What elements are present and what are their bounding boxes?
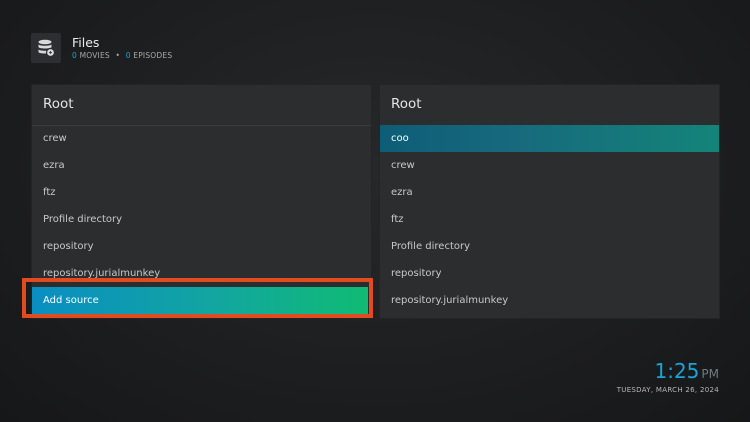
clock: 1:25 PM TUESDAY, MARCH 26, 2024 [617,360,719,394]
list-item[interactable]: repository [32,233,371,260]
clock-ampm: PM [701,367,719,381]
list-item[interactable]: repository [380,260,719,287]
header-text: Files 0 MOVIES • 0 EPISODES [72,35,172,61]
list-item[interactable]: crew [380,152,719,179]
list-item[interactable]: repository.jurialmunkey [32,260,371,287]
right-file-panel: Root coo crew ezra ftz Profile directory… [380,85,719,318]
left-file-panel: Root crew ezra ftz Profile directory rep… [32,85,371,318]
database-icon [31,33,61,63]
left-panel-title: Root [43,96,74,112]
movies-label: MOVIES [79,51,110,60]
right-source-list: coo crew ezra ftz Profile directory repo… [380,125,719,314]
add-source-button[interactable]: Add source [32,287,368,314]
header: Files 0 MOVIES • 0 EPISODES [31,33,172,63]
stats-separator: • [115,51,121,60]
kodi-file-manager-screen: Files 0 MOVIES • 0 EPISODES Root crew ez… [0,0,750,422]
list-item[interactable]: ezra [380,179,719,206]
list-item[interactable]: crew [32,125,371,152]
movies-count: 0 [72,51,77,60]
list-item[interactable]: ezra [32,152,371,179]
list-item[interactable]: Profile directory [32,206,371,233]
left-source-list: crew ezra ftz Profile directory reposito… [32,125,371,287]
list-item[interactable]: ftz [32,179,371,206]
episodes-label: EPISODES [133,51,173,60]
episodes-count: 0 [125,51,131,60]
clock-time-row: 1:25 PM [617,360,719,385]
list-item[interactable]: ftz [380,206,719,233]
page-title: Files [72,35,100,50]
right-panel-title: Root [391,96,422,112]
list-item[interactable]: repository.jurialmunkey [380,287,719,314]
add-source-row: Add source [32,287,368,314]
clock-time: 1:25 [654,359,700,383]
clock-date: TUESDAY, MARCH 26, 2024 [616,386,719,394]
list-item[interactable]: Profile directory [380,233,719,260]
library-stats: 0 MOVIES • 0 EPISODES [72,50,172,61]
list-item-focused[interactable]: coo [380,125,719,152]
